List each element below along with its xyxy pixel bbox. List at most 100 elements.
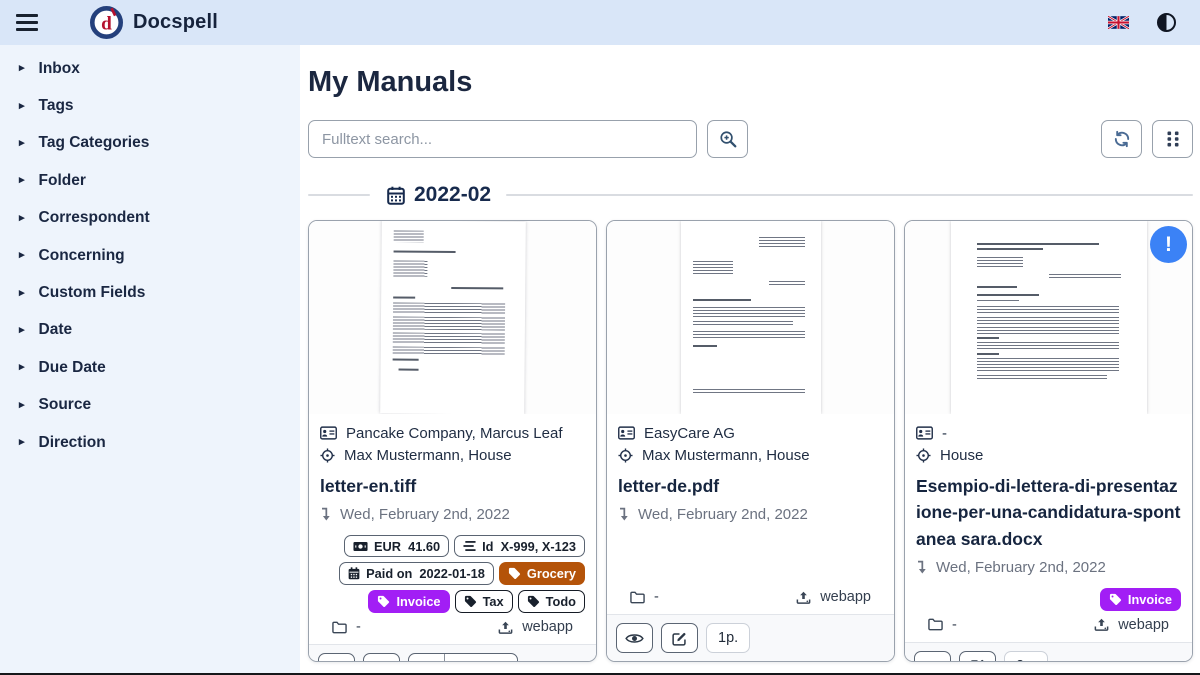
- sidebar-item-correspondent[interactable]: ▸Correspondent: [0, 200, 300, 237]
- edit-button[interactable]: [959, 651, 996, 662]
- arrow-down-icon: [916, 560, 927, 575]
- address-card-icon: [320, 426, 337, 440]
- pages-label[interactable]: 2p.: [1004, 651, 1048, 662]
- sidebar-item-tags[interactable]: ▸Tags: [0, 87, 300, 124]
- page-title: My Manuals: [308, 66, 1193, 99]
- folder-icon: [630, 591, 645, 604]
- sidebar-item-direction[interactable]: ▸Direction: [0, 424, 300, 461]
- preview-button[interactable]: [914, 651, 951, 662]
- new-item-indicator[interactable]: !: [1150, 226, 1187, 263]
- search-input[interactable]: [308, 120, 697, 158]
- item-name[interactable]: letter-en.tiff: [320, 473, 585, 499]
- correspondent-line: -: [916, 425, 1181, 442]
- paid-on-badge[interactable]: Paid on 2022-01-18: [339, 562, 494, 585]
- caret-right-icon: ▸: [19, 325, 25, 336]
- item-date: Wed, February 2nd, 2022: [638, 506, 808, 523]
- sidebar-item-custom-fields[interactable]: ▸Custom Fields: [0, 274, 300, 311]
- correspondent-value: Pancake Company, Marcus Leaf: [346, 425, 563, 442]
- pages-label[interactable]: 1p.: [706, 623, 750, 653]
- edit-icon: [970, 658, 985, 662]
- folder-source-row: - webapp: [320, 613, 585, 644]
- preview-button[interactable]: [318, 653, 355, 662]
- sidebar-item-tag-categories[interactable]: ▸Tag Categories: [0, 125, 300, 162]
- caret-right-icon: ▸: [19, 138, 25, 149]
- eye-icon: [625, 632, 644, 645]
- item-date-line: Wed, February 2nd, 2022: [618, 506, 883, 523]
- correspondent-value: -: [942, 425, 947, 442]
- document-thumbnail[interactable]: [607, 221, 894, 414]
- amount-badge[interactable]: EUR 41.60: [344, 535, 449, 557]
- tag-icon: [377, 595, 390, 608]
- caret-right-icon: ▸: [19, 175, 25, 186]
- money-bill-icon: [353, 541, 368, 552]
- card-footer: 1p.: [607, 614, 894, 661]
- edit-button[interactable]: [363, 653, 400, 662]
- attachment-button-group: 1/2, 1p.: [408, 653, 518, 662]
- language-flag-icon[interactable]: [1108, 16, 1129, 29]
- grip-dots-icon: [1167, 131, 1179, 147]
- search-plus-icon: [719, 130, 737, 148]
- sidebar: ▸Inbox ▸Tags ▸Tag Categories ▸Folder ▸Co…: [0, 45, 300, 675]
- custom-id-badge[interactable]: Id X-999, X-123: [454, 535, 585, 557]
- item-date-line: Wed, February 2nd, 2022: [916, 559, 1181, 576]
- badge-area: Invoice: [916, 588, 1181, 611]
- correspondent-line: Pancake Company, Marcus Leaf: [320, 425, 585, 442]
- folder-value: -: [952, 617, 957, 633]
- refresh-button[interactable]: [1101, 120, 1142, 158]
- tag-badge-todo[interactable]: Todo: [518, 590, 585, 613]
- pages-label[interactable]: 1/2, 1p.: [444, 654, 517, 662]
- sidebar-item-date[interactable]: ▸Date: [0, 312, 300, 349]
- card-footer: 2p.: [905, 642, 1192, 662]
- list-lines-icon: [463, 540, 476, 552]
- tag-icon: [508, 567, 521, 580]
- edit-button[interactable]: [661, 623, 698, 653]
- tag-badge-invoice[interactable]: Invoice: [1100, 588, 1181, 611]
- arrow-down-icon: [618, 507, 629, 522]
- tag-icon: [464, 595, 477, 608]
- tag-badge-invoice[interactable]: Invoice: [368, 590, 449, 613]
- document-thumbnail[interactable]: [905, 221, 1192, 414]
- caret-right-icon: ▸: [19, 288, 25, 299]
- app-brand[interactable]: d Docspell: [90, 6, 218, 39]
- menu-icon[interactable]: [16, 14, 38, 31]
- item-card-list: Pancake Company, Marcus Leaf Max Musterm…: [308, 220, 1193, 662]
- caret-right-icon: ▸: [19, 437, 25, 448]
- item-card: EasyCare AG Max Mustermann, House letter…: [606, 220, 895, 662]
- arrow-right-button[interactable]: [409, 654, 444, 662]
- tag-icon: [1109, 593, 1122, 606]
- preview-button[interactable]: [616, 623, 653, 653]
- search-bar: [308, 120, 1193, 158]
- topbar: d Docspell: [0, 0, 1200, 45]
- caret-right-icon: ▸: [19, 250, 25, 261]
- sidebar-item-concerning[interactable]: ▸Concerning: [0, 237, 300, 274]
- arrow-down-icon: [320, 507, 331, 522]
- address-card-icon: [916, 426, 933, 440]
- item-date: Wed, February 2nd, 2022: [936, 559, 1106, 576]
- date-group-separator: 2022-02: [308, 183, 1193, 207]
- item-name[interactable]: Esempio-di-lettera-di-presentazione-per-…: [916, 473, 1181, 552]
- folder-value: -: [654, 589, 659, 605]
- concerning-line: Max Mustermann, House: [320, 447, 585, 464]
- tag-icon: [527, 595, 540, 608]
- svg-text:d: d: [101, 13, 112, 34]
- upload-icon: [498, 621, 513, 634]
- tag-badge-grocery[interactable]: Grocery: [499, 562, 585, 585]
- grid-view-button[interactable]: [1152, 120, 1193, 158]
- dark-mode-icon[interactable]: [1157, 13, 1176, 32]
- sidebar-item-due-date[interactable]: ▸Due Date: [0, 349, 300, 386]
- app-logo-icon: d: [90, 6, 123, 39]
- item-card: Pancake Company, Marcus Leaf Max Musterm…: [308, 220, 597, 662]
- sidebar-item-inbox[interactable]: ▸Inbox: [0, 50, 300, 87]
- tag-badge-tax[interactable]: Tax: [455, 590, 513, 613]
- crosshairs-icon: [320, 448, 335, 463]
- folder-icon: [928, 618, 943, 631]
- item-name[interactable]: letter-de.pdf: [618, 473, 883, 499]
- sidebar-item-source[interactable]: ▸Source: [0, 387, 300, 424]
- document-thumbnail[interactable]: [309, 221, 596, 414]
- address-card-icon: [618, 426, 635, 440]
- caret-right-icon: ▸: [19, 63, 25, 74]
- concerning-value: House: [940, 447, 983, 464]
- search-button[interactable]: [707, 120, 748, 158]
- sidebar-item-folder[interactable]: ▸Folder: [0, 162, 300, 199]
- caret-right-icon: ▸: [19, 400, 25, 411]
